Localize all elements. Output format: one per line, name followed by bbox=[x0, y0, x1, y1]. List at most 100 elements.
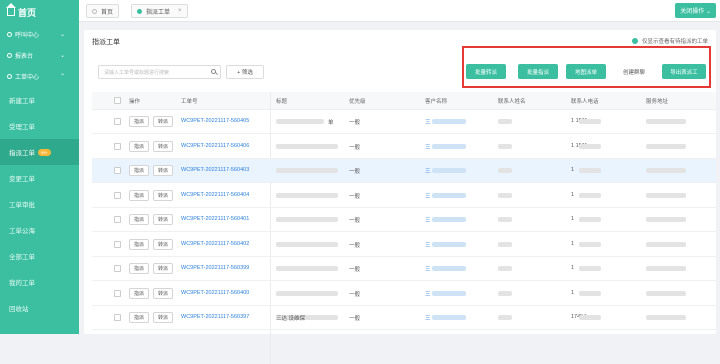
toggle-icon[interactable] bbox=[631, 38, 638, 44]
transfer-button[interactable]: 转派 bbox=[153, 287, 173, 299]
row-checkbox[interactable] bbox=[114, 289, 121, 297]
table-header: 操作 工单号 标题 优先级 客户名称 联系人姓名 联系人电话 服务地址 bbox=[92, 92, 716, 110]
map-dispatch-button[interactable]: 地图派单 bbox=[566, 64, 606, 79]
sidebar-item-ticket-pool[interactable]: 工单公海 bbox=[0, 217, 79, 243]
ticket-id-link[interactable]: WC9PET-20221117-560399 bbox=[181, 265, 249, 271]
row-checkbox[interactable] bbox=[114, 118, 121, 125]
assign-button[interactable]: 指派 bbox=[129, 214, 149, 225]
transfer-button[interactable]: 转派 bbox=[153, 238, 173, 250]
row-checkbox[interactable] bbox=[114, 216, 121, 223]
home-logo[interactable]: 首页 bbox=[0, 0, 79, 24]
assign-button[interactable]: 指派 bbox=[129, 263, 149, 274]
customer-link[interactable]: 三 bbox=[425, 290, 431, 298]
redacted-title bbox=[276, 290, 338, 296]
ticket-id-link[interactable]: WC9PET-20221117-560397 bbox=[181, 314, 249, 320]
redacted-title bbox=[276, 241, 338, 247]
customer-link[interactable]: 三 bbox=[425, 192, 431, 200]
title-text: 三达 设维保 bbox=[276, 316, 306, 322]
tab-label: 指派工单 bbox=[146, 9, 171, 16]
sidebar-item-new-ticket[interactable]: 新建工单 bbox=[0, 87, 79, 113]
tab-assign-ticket[interactable]: 指派工单 × bbox=[131, 4, 188, 18]
transfer-button[interactable]: 转派 bbox=[153, 214, 173, 225]
customer-link[interactable]: 三 bbox=[425, 167, 431, 175]
select-all-checkbox[interactable] bbox=[114, 97, 121, 104]
create-group-chat-button[interactable]: 创建群聊 bbox=[614, 64, 654, 79]
ticket-id-link[interactable]: WC9PET-20221117-560400 bbox=[181, 290, 249, 296]
column-header: 客户名称 bbox=[425, 99, 448, 105]
menu-group-ticket-center[interactable]: 工单中心 ⌃ bbox=[0, 66, 79, 87]
ticket-id-link[interactable]: WC9PET-20221117-560405 bbox=[181, 118, 249, 124]
sidebar-item-change-ticket[interactable]: 变更工单 bbox=[0, 165, 79, 191]
ticket-id-link[interactable]: WC9PET-20221117-560404 bbox=[181, 192, 249, 198]
chevron-down-icon: ⌄ bbox=[59, 32, 65, 38]
customer-link[interactable]: 三 bbox=[425, 265, 431, 273]
assign-button[interactable]: 指派 bbox=[129, 238, 149, 250]
ticket-id-link[interactable]: WC9PET-20221117-560402 bbox=[181, 241, 249, 247]
redacted-title bbox=[276, 192, 338, 198]
batch-assign-button[interactable]: 批量指派 bbox=[518, 64, 558, 79]
table-row[interactable]: 指派 转派 WC9PET-20221117-560400 一般 三 1 bbox=[92, 282, 716, 306]
sidebar-item-assign-ticket[interactable]: 指派工单 99+ bbox=[0, 139, 79, 165]
call-center-icon bbox=[7, 32, 12, 37]
main-panel: 指派工单 仅显示查看有待指派的工单 请输入工单号或标题进行搜索 + 筛选 批量转… bbox=[84, 30, 716, 364]
export-dispatch-button[interactable]: 导出表派工 bbox=[662, 64, 706, 79]
transfer-button[interactable]: 转派 bbox=[153, 140, 173, 152]
sidebar-item-all-tickets[interactable]: 全部工单 bbox=[0, 243, 79, 269]
menu-group-report[interactable]: 报表台 ⌄ bbox=[0, 45, 79, 66]
search-icon[interactable] bbox=[211, 69, 216, 74]
sidebar-item-my-tickets[interactable]: 我的工单 bbox=[0, 269, 79, 295]
table-row[interactable]: 指派转派WC9PET-20221117-560406一般三1 1511 bbox=[92, 135, 716, 159]
table-row[interactable]: 指派 转派 WC9PET-20221117-560403 一般 三 1 bbox=[92, 159, 716, 183]
menu-group-call-center[interactable]: 呼叫中心 ⌄ bbox=[0, 24, 79, 45]
transfer-button[interactable]: 转派 bbox=[153, 165, 173, 176]
redacted-phone bbox=[579, 290, 601, 296]
assign-button[interactable]: 指派 bbox=[129, 116, 149, 127]
close-operations-button[interactable]: 关闭操作 ⌄ bbox=[675, 3, 716, 18]
row-checkbox[interactable] bbox=[114, 240, 121, 248]
close-icon[interactable]: × bbox=[178, 8, 182, 14]
transfer-button[interactable]: 转派 bbox=[153, 263, 173, 274]
customer-link[interactable]: 三 bbox=[425, 314, 431, 322]
customer-link[interactable]: 三 bbox=[425, 241, 431, 249]
assign-button[interactable]: 指派 bbox=[129, 312, 149, 323]
assign-button[interactable]: 指派 bbox=[129, 165, 149, 176]
transfer-button[interactable]: 转派 bbox=[153, 312, 173, 323]
table-row[interactable]: 指派转派WC9PET-20221117-560405单一般三1 1511 bbox=[92, 110, 716, 134]
transfer-button[interactable]: 转派 bbox=[153, 116, 173, 127]
row-checkbox[interactable] bbox=[114, 167, 121, 174]
ticket-id-link[interactable]: WC9PET-20221117-560403 bbox=[181, 167, 249, 173]
sidebar: 首页 呼叫中心 ⌄ 报表台 ⌄ 工单中心 ⌃ 新建工单 受理工单 指派工单 99… bbox=[0, 0, 79, 334]
sidebar-item-approval[interactable]: 工单审批 bbox=[0, 191, 79, 217]
ticket-id-link[interactable]: WC9PET-20221117-560406 bbox=[181, 143, 249, 149]
assign-button[interactable]: 指派 bbox=[129, 189, 149, 201]
table-row[interactable]: 指派 转派 WC9PET-20221117-560404 一般 三 1 bbox=[92, 184, 716, 208]
redacted-contact-name bbox=[498, 290, 512, 296]
menu-group-label: 工单中心 bbox=[15, 75, 40, 81]
row-checkbox[interactable] bbox=[114, 142, 121, 150]
sidebar-item-accept-ticket[interactable]: 受理工单 bbox=[0, 113, 79, 139]
table-row[interactable]: 指派 转派 WC9PET-20221117-560401 一般 三 1 bbox=[92, 208, 716, 232]
redacted-address bbox=[646, 315, 686, 320]
tab-home[interactable]: 首页 bbox=[86, 4, 120, 18]
customer-link[interactable]: 三 bbox=[425, 118, 431, 126]
ticket-id-link[interactable]: WC9PET-20221117-560401 bbox=[181, 216, 249, 222]
sidebar-item-recycle-bin[interactable]: 回收站 bbox=[0, 295, 79, 321]
table-row[interactable]: 指派转派WC9PET-20221117-560397三达 设维保一般三17454 bbox=[92, 306, 716, 330]
row-checkbox[interactable] bbox=[114, 191, 121, 199]
transfer-button[interactable]: 转派 bbox=[153, 189, 173, 201]
priority-cell: 一般 bbox=[349, 291, 361, 298]
batch-transfer-button[interactable]: 批量转派 bbox=[466, 64, 506, 79]
pending-only-toggle[interactable]: 仅显示查看有待指派的工单 bbox=[631, 37, 708, 45]
row-checkbox[interactable] bbox=[114, 265, 121, 272]
filter-button[interactable]: + 筛选 bbox=[226, 65, 264, 79]
search-input[interactable]: 请输入工单号或标题进行搜索 bbox=[98, 65, 221, 79]
assign-button[interactable]: 指派 bbox=[129, 287, 149, 299]
redacted-address bbox=[646, 266, 686, 271]
customer-link[interactable]: 三 bbox=[425, 143, 431, 151]
table-row[interactable]: 指派 转派 WC9PET-20221117-560399 一般 三 1 bbox=[92, 257, 716, 281]
table-row[interactable]: 指派 转派 WC9PET-20221117-560402 一般 三 1 bbox=[92, 233, 716, 257]
customer-link[interactable]: 三 bbox=[425, 216, 431, 224]
redacted-contact-name bbox=[498, 192, 512, 198]
row-checkbox[interactable] bbox=[114, 314, 121, 321]
assign-button[interactable]: 指派 bbox=[129, 140, 149, 152]
